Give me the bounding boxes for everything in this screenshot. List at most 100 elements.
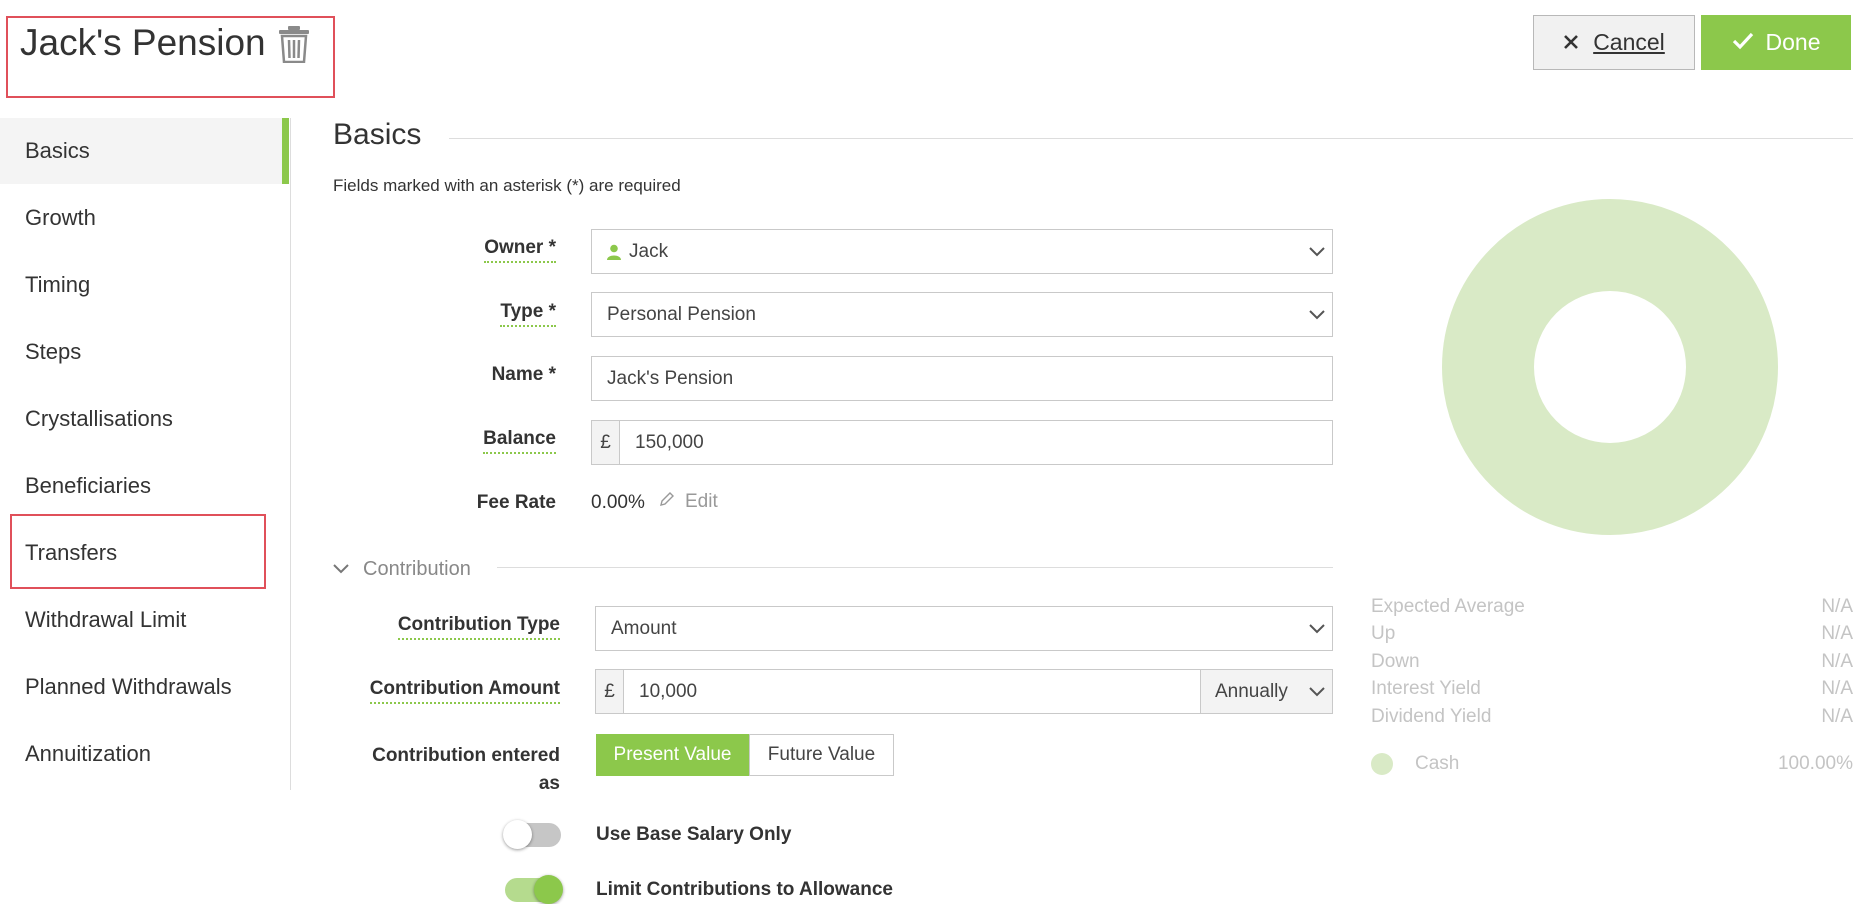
balance-input[interactable]: £ 150,000	[591, 420, 1333, 465]
sidebar-item-label: Timing	[25, 272, 91, 297]
frequency-select[interactable]: Annually	[1200, 669, 1333, 714]
stat-value: N/A	[1821, 623, 1853, 644]
fee-rate-label-wrap: Fee Rate	[330, 492, 556, 522]
contribution-entered-as-label: Contribution entered as	[330, 742, 560, 798]
sidebar-item-growth[interactable]: Growth	[0, 185, 280, 251]
future-value-option[interactable]: Future Value	[749, 734, 894, 776]
transfers-highlight-box	[10, 514, 266, 589]
legend-item-cash: Cash 100.00%	[1371, 753, 1853, 775]
required-note: Fields marked with an asterisk (*) are r…	[333, 176, 681, 195]
sidebar-item-label: Steps	[25, 339, 82, 364]
sidebar-item-steps[interactable]: Steps	[0, 319, 280, 385]
sidebar-item-label: Planned Withdrawals	[25, 674, 232, 699]
frequency-value: Annually	[1215, 680, 1288, 702]
sidebar-item-label: Crystallisations	[25, 406, 173, 431]
cancel-button[interactable]: Cancel	[1533, 15, 1695, 70]
present-value-option[interactable]: Present Value	[596, 734, 749, 776]
currency-prefix: £	[596, 670, 624, 713]
stat-value: N/A	[1821, 706, 1853, 727]
contribution-entered-as-line2: as	[538, 773, 560, 794]
pencil-icon	[659, 491, 675, 513]
stat-row-expected-average: Expected Average N/A	[1371, 596, 1853, 618]
owner-label: Owner *	[484, 237, 556, 263]
stat-row-down: Down N/A	[1371, 651, 1853, 673]
section-title-basics: Basics	[333, 118, 422, 151]
cancel-label: Cancel	[1593, 29, 1665, 55]
owner-select[interactable]: Jack	[591, 229, 1333, 274]
contribution-type-select[interactable]: Amount	[595, 606, 1333, 651]
contribution-type-label-wrap: Contribution Type	[330, 614, 560, 644]
contribution-amount-label: Contribution Amount	[369, 678, 560, 704]
stat-label: Down	[1371, 651, 1420, 672]
chevron-down-icon	[1302, 607, 1332, 650]
legend-swatch	[1371, 753, 1393, 775]
donut-slice-cash	[1442, 199, 1778, 535]
type-value: Personal Pension	[607, 303, 756, 325]
currency-prefix: £	[592, 421, 620, 464]
limit-allowance-label: Limit Contributions to Allowance	[596, 879, 893, 900]
chevron-down-icon	[1302, 230, 1332, 273]
sidebar-item-withdrawal-limit[interactable]: Withdrawal Limit	[0, 587, 280, 653]
legend-label: Cash	[1415, 753, 1460, 774]
fee-rate-value: 0.00%	[591, 492, 645, 513]
sidebar-item-annuitization[interactable]: Annuitization	[0, 721, 280, 787]
stat-label: Up	[1371, 623, 1396, 644]
owner-value: Jack	[629, 240, 669, 262]
toggle-knob	[503, 820, 532, 849]
close-icon	[1563, 29, 1579, 56]
contribution-section-title: Contribution	[363, 558, 471, 580]
sidebar-item-label: Basics	[25, 138, 90, 163]
person-icon	[592, 244, 621, 260]
allocation-donut-chart	[1442, 199, 1778, 535]
contribution-entered-as-line1: Contribution entered	[372, 745, 560, 766]
sidebar-nav: Basics Growth Timing Steps Crystallisati…	[0, 118, 291, 790]
sidebar-item-label: Withdrawal Limit	[25, 607, 187, 632]
type-select[interactable]: Personal Pension	[591, 292, 1333, 337]
section-divider	[497, 567, 1333, 568]
contribution-type-value: Amount	[611, 617, 677, 639]
sidebar-item-label: Annuitization	[25, 741, 151, 766]
trash-icon[interactable]	[278, 25, 310, 64]
name-input[interactable]: Jack's Pension	[591, 356, 1333, 401]
sidebar-item-timing[interactable]: Timing	[0, 252, 280, 318]
stat-row-dividend-yield: Dividend Yield N/A	[1371, 706, 1853, 728]
name-label: Name *	[491, 364, 556, 385]
stat-value: N/A	[1821, 678, 1853, 699]
type-label-wrap: Type *	[330, 301, 556, 331]
fee-rate-edit-label: Edit	[685, 491, 718, 512]
owner-label-wrap: Owner *	[330, 237, 556, 267]
legend-value: 100.00%	[1777, 753, 1853, 774]
chevron-down-icon	[333, 561, 349, 579]
contribution-amount-value: 10,000	[639, 680, 698, 702]
type-label: Type *	[500, 301, 556, 327]
balance-label: Balance	[483, 428, 556, 454]
chevron-down-icon	[1302, 293, 1332, 336]
contribution-amount-input[interactable]: £ 10,000	[595, 669, 1201, 714]
sidebar-item-label: Growth	[25, 205, 96, 230]
contribution-section-toggle[interactable]: Contribution	[333, 558, 471, 581]
base-salary-toggle[interactable]	[503, 820, 561, 849]
contribution-type-label: Contribution Type	[397, 614, 560, 640]
balance-value: 150,000	[635, 431, 704, 453]
contribution-amount-label-wrap: Contribution Amount	[330, 678, 560, 708]
section-divider	[449, 138, 1853, 139]
sidebar-item-crystallisations[interactable]: Crystallisations	[0, 386, 280, 452]
balance-label-wrap: Balance	[330, 428, 556, 458]
sidebar-item-label: Beneficiaries	[25, 473, 151, 498]
stat-row-interest-yield: Interest Yield N/A	[1371, 678, 1853, 700]
sidebar-item-basics[interactable]: Basics	[0, 118, 289, 184]
stat-label: Expected Average	[1371, 596, 1525, 617]
base-salary-label: Use Base Salary Only	[596, 824, 792, 845]
sidebar-item-beneficiaries[interactable]: Beneficiaries	[0, 453, 280, 519]
page-title: Jack's Pension	[20, 22, 266, 63]
done-label: Done	[1765, 29, 1821, 55]
chevron-down-icon	[1302, 670, 1332, 713]
done-button[interactable]: Done	[1701, 15, 1851, 70]
name-label-wrap: Name *	[330, 364, 556, 394]
fee-rate-edit-button[interactable]: Edit	[659, 491, 718, 513]
stat-value: N/A	[1821, 596, 1853, 617]
fee-rate-label: Fee Rate	[476, 492, 556, 513]
sidebar-item-planned-withdrawals[interactable]: Planned Withdrawals	[0, 654, 280, 720]
limit-allowance-toggle[interactable]	[505, 875, 563, 904]
name-value: Jack's Pension	[607, 367, 734, 389]
